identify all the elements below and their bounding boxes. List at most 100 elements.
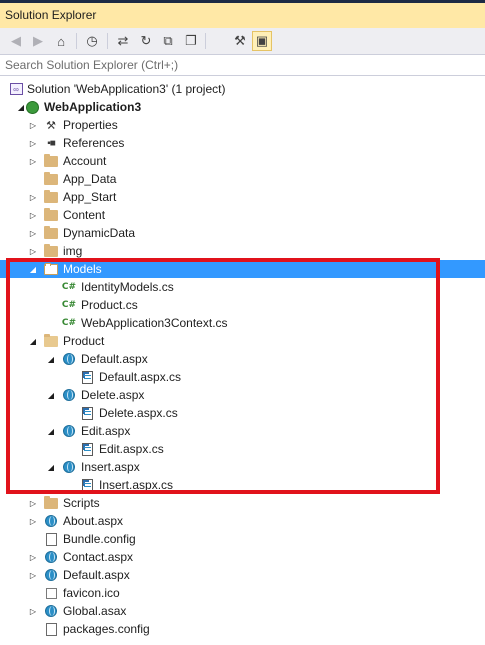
collapsed-arrow-icon[interactable]: ▷ — [27, 188, 39, 206]
collapsed-arrow-icon[interactable]: ▷ — [27, 494, 39, 512]
tree-item[interactable]: ▷ Default.aspx — [0, 566, 485, 584]
pending-changes-filter-button[interactable]: ◷ — [82, 31, 102, 51]
tree-item[interactable]: C# WebApplication3Context.cs — [0, 314, 485, 332]
expanded-arrow-icon[interactable]: ◢ — [45, 350, 57, 368]
panel-title-bar[interactable]: Solution Explorer — [0, 3, 485, 28]
tree-item[interactable]: App_Data — [0, 170, 485, 188]
tree-item-label: About.aspx — [63, 514, 124, 528]
tree-item[interactable]: favicon.ico — [0, 584, 485, 602]
tree-item-label: Content — [63, 208, 106, 222]
properties-button[interactable]: ⚒ — [230, 31, 250, 51]
tree-item[interactable]: Bundle.config — [0, 530, 485, 548]
collapsed-arrow-icon[interactable]: ▷ — [27, 566, 39, 584]
tree-item[interactable]: C# IdentityModels.cs — [0, 278, 485, 296]
collapsed-arrow-icon[interactable]: ▷ — [27, 152, 39, 170]
tree-item[interactable]: ▷ ▪■ References — [0, 134, 485, 152]
collapsed-arrow-icon[interactable]: ▷ — [27, 224, 39, 242]
tree-item[interactable]: Delete.aspx.cs — [0, 404, 485, 422]
collapsed-arrow-icon[interactable]: ▷ — [27, 116, 39, 134]
panel-title: Solution Explorer — [5, 8, 97, 22]
tree-item-label: App_Data — [63, 172, 117, 186]
collapsed-arrow-icon[interactable]: ▷ — [27, 242, 39, 260]
collapsed-arrow-icon[interactable]: ▷ — [27, 548, 39, 566]
tree-item[interactable]: ▷ Scripts — [0, 494, 485, 512]
csharp-file-icon: C# — [61, 282, 77, 292]
collapsed-arrow-icon[interactable]: ▷ — [27, 206, 39, 224]
config-file-icon — [43, 531, 59, 547]
tree-item-label: Contact.aspx — [63, 550, 134, 564]
expanded-arrow-icon[interactable]: ◢ — [45, 422, 57, 440]
collapsed-arrow-icon[interactable]: ▷ — [27, 602, 39, 620]
tree-item-label: References — [63, 136, 125, 150]
tree-item[interactable]: Default.aspx.cs — [0, 368, 485, 386]
search-input[interactable] — [0, 55, 475, 74]
folder-icon — [43, 207, 59, 223]
tree-item[interactable]: C# Product.cs — [0, 296, 485, 314]
tree-item[interactable]: ◢ Insert.aspx — [0, 458, 485, 476]
refresh-button[interactable]: ↻ — [136, 31, 156, 51]
tree-item-label: Edit.aspx — [81, 424, 131, 438]
csharp-file-icon: C# — [61, 300, 77, 310]
code-behind-file-icon — [79, 477, 95, 493]
tree-item[interactable]: ▷ DynamicData — [0, 224, 485, 242]
tree-item-label: favicon.ico — [63, 586, 120, 600]
folder-icon — [43, 243, 59, 259]
tree-item-label: Account — [63, 154, 107, 168]
tree-item[interactable]: Edit.aspx.cs — [0, 440, 485, 458]
tree-item[interactable]: ▷ Contact.aspx — [0, 548, 485, 566]
references-icon: ▪■ — [47, 137, 56, 149]
project-icon — [24, 99, 40, 115]
expanded-arrow-icon[interactable]: ◢ — [45, 458, 57, 476]
preview-selected-items-button[interactable]: ▣ — [252, 31, 272, 51]
sync-with-active-document-button[interactable]: ⇄ — [113, 31, 133, 51]
tree-item-label: App_Start — [63, 190, 117, 204]
tree-item-label: img — [63, 244, 83, 258]
tree-item[interactable]: packages.config — [0, 620, 485, 638]
collapsed-arrow-icon[interactable]: ▷ — [27, 134, 39, 152]
tree-item-label: Default.aspx — [81, 352, 148, 366]
tree-item[interactable]: ◢ WebApplication3 — [0, 98, 485, 116]
expanded-arrow-icon[interactable]: ◢ — [27, 332, 39, 350]
collapse-all-button[interactable]: ⧉ — [158, 31, 178, 51]
tree-item[interactable]: ▷ Content — [0, 206, 485, 224]
expanded-arrow-icon[interactable]: ◢ — [45, 386, 57, 404]
tree-item-label: WebApplication3Context.cs — [81, 316, 228, 330]
tree-item-label: Delete.aspx.cs — [99, 406, 178, 420]
tree-item[interactable]: ◢ Default.aspx — [0, 350, 485, 368]
tree-item[interactable]: ▷ About.aspx — [0, 512, 485, 530]
tree-item-label: Insert.aspx.cs — [99, 478, 174, 492]
csharp-file-icon: C# — [61, 318, 77, 328]
search-box — [0, 54, 485, 76]
toolbar-separator — [205, 33, 206, 49]
tree-item[interactable]: ◢ Models — [0, 260, 485, 278]
aspx-file-icon — [61, 423, 77, 439]
tree-item[interactable]: ▷ ⚒ Properties — [0, 116, 485, 134]
tree-item[interactable]: ◢ Product — [0, 332, 485, 350]
tree-item[interactable]: ◢ Edit.aspx — [0, 422, 485, 440]
back-arrow-icon: ◀ — [11, 33, 21, 48]
tree-item[interactable]: ▷ Account — [0, 152, 485, 170]
aspx-file-icon — [43, 513, 59, 529]
expanded-arrow-icon[interactable]: ◢ — [27, 260, 39, 278]
show-all-files-icon: ❐ — [185, 33, 197, 48]
aspx-file-icon — [43, 549, 59, 565]
home-icon: ⌂ — [57, 33, 65, 49]
tree-item-label: Models — [63, 262, 102, 276]
collapsed-arrow-icon[interactable]: ▷ — [27, 512, 39, 530]
tree-item[interactable]: ∞ Solution 'WebApplication3' (1 project) — [0, 80, 485, 98]
tree-item[interactable]: ▷ img — [0, 242, 485, 260]
home-button[interactable]: ⌂ — [51, 31, 71, 51]
tree-item-label: Product.cs — [81, 298, 138, 312]
toolbar: ◀ ▶ ⌂ ◷ ⇄ ↻ ⧉ ❐ ⚒ ▣ — [0, 28, 485, 54]
folder-icon — [43, 495, 59, 511]
show-all-files-button[interactable]: ❐ — [181, 31, 201, 51]
back-button[interactable]: ◀ — [6, 31, 26, 51]
forward-button[interactable]: ▶ — [28, 31, 48, 51]
tree-item[interactable]: Insert.aspx.cs — [0, 476, 485, 494]
tree-item[interactable]: ▷ Global.asax — [0, 602, 485, 620]
tree-item[interactable]: ▷ App_Start — [0, 188, 485, 206]
solution-icon: ∞ — [8, 81, 24, 97]
folder-icon — [43, 153, 59, 169]
tree-item[interactable]: ◢ Delete.aspx — [0, 386, 485, 404]
tree-item-label: Solution 'WebApplication3' (1 project) — [27, 82, 226, 96]
